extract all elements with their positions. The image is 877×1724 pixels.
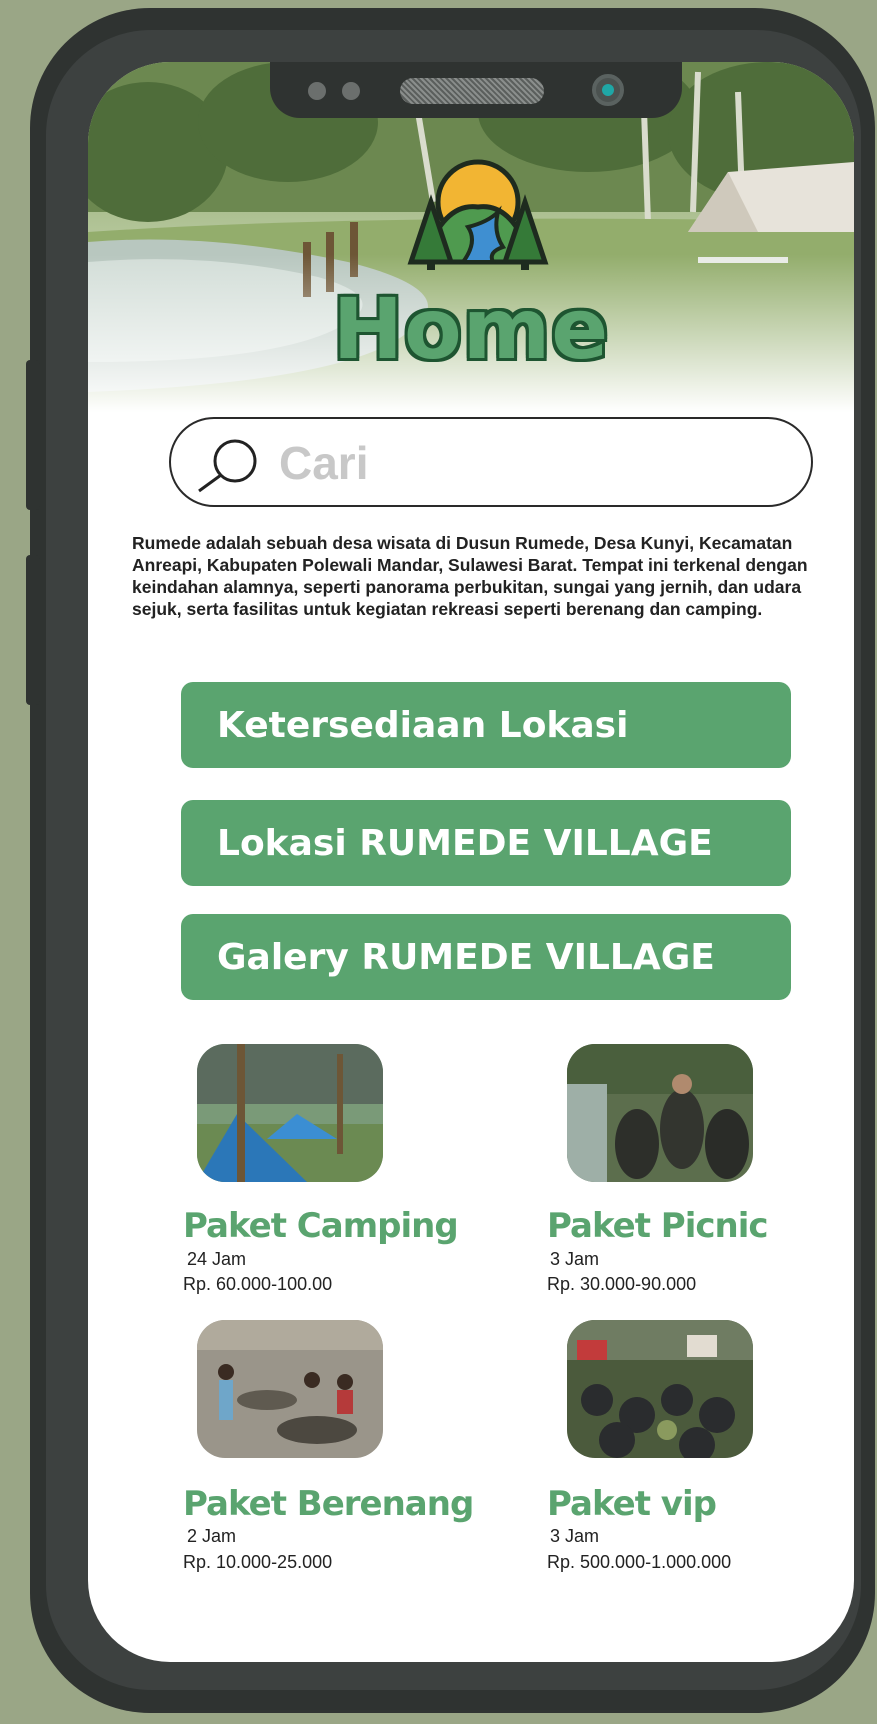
camping-photo[interactable] — [197, 1044, 383, 1182]
search-icon — [193, 437, 263, 498]
search-bar[interactable] — [169, 417, 813, 507]
mountain-river-logo-icon — [403, 152, 553, 277]
package-price: Rp. 60.000-100.00 — [183, 1274, 333, 1294]
phone-notch — [270, 62, 682, 118]
phone-screen: Home Rumede adalah sebuah desa wisata di… — [88, 62, 854, 1662]
volume-down-button — [26, 555, 40, 705]
package-price: Rp. 30.000-90.000 — [547, 1274, 697, 1294]
package-price: Rp. 10.000-25.000 — [183, 1552, 333, 1572]
page-title: Home — [332, 280, 610, 378]
location-button[interactable]: Lokasi RUMEDE VILLAGE — [181, 800, 791, 886]
package-name: Paket vip — [547, 1484, 717, 1524]
availability-button[interactable]: Ketersediaan Lokasi — [181, 682, 791, 768]
sensor-dot-icon — [308, 82, 326, 100]
gallery-button[interactable]: Galery RUMEDE VILLAGE — [181, 914, 791, 1000]
volume-up-button — [26, 360, 40, 510]
package-name: Paket Camping — [183, 1206, 459, 1246]
swimming-photo[interactable] — [197, 1320, 383, 1458]
speaker-grille-icon — [400, 78, 544, 104]
village-description: Rumede adalah sebuah desa wisata di Dusu… — [132, 533, 808, 619]
front-camera-icon — [592, 74, 624, 106]
package-duration: 2 Jam — [187, 1526, 237, 1546]
package-duration: 3 Jam — [550, 1526, 600, 1546]
sensor-dot-icon — [342, 82, 360, 100]
package-name: Paket Picnic — [547, 1206, 769, 1246]
package-price: Rp. 500.000-1.000.000 — [547, 1552, 732, 1572]
vip-photo[interactable] — [567, 1320, 753, 1458]
package-name: Paket Berenang — [183, 1484, 474, 1524]
search-input[interactable] — [279, 435, 779, 491]
package-duration: 24 Jam — [187, 1249, 247, 1269]
picnic-photo[interactable] — [567, 1044, 753, 1182]
package-duration: 3 Jam — [550, 1249, 600, 1269]
